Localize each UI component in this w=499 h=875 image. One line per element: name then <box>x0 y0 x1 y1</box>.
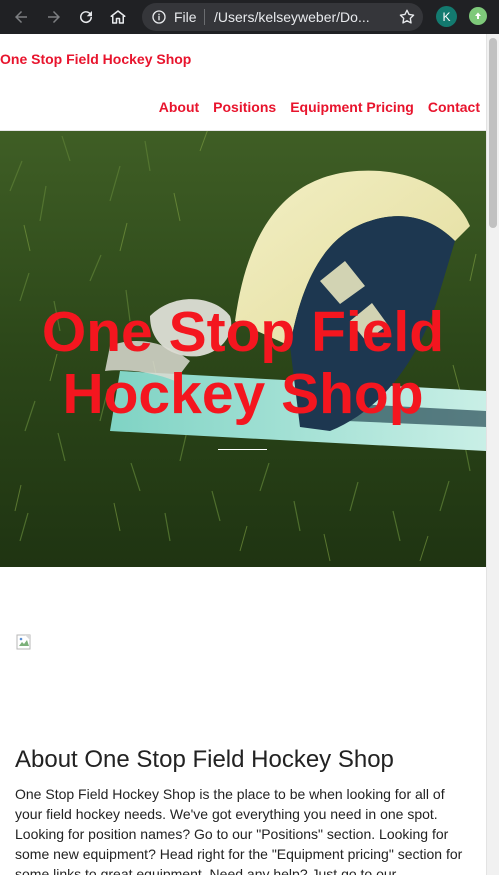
bookmark-star-icon[interactable] <box>398 8 416 26</box>
page-viewport: One Stop Field Hockey Shop About Positio… <box>0 34 486 875</box>
hero-title: One Stop Field Hockey Shop <box>41 300 445 426</box>
forward-icon[interactable] <box>43 6 65 28</box>
browser-toolbar: File /Users/kelseyweber/Do... K <box>0 0 499 34</box>
main-nav: About Positions Equipment Pricing Contac… <box>159 99 480 115</box>
nav-about-link[interactable]: About <box>159 99 199 115</box>
about-paragraph: One Stop Field Hockey Shop is the place … <box>15 786 463 875</box>
broken-image-icon <box>16 634 31 650</box>
reload-icon[interactable] <box>75 6 97 28</box>
scheme-label: File <box>174 9 197 25</box>
page-scrollbar[interactable] <box>486 34 499 875</box>
site-brand-link[interactable]: One Stop Field Hockey Shop <box>0 51 191 67</box>
hero-divider <box>218 449 267 450</box>
nav-equipment-pricing-link[interactable]: Equipment Pricing <box>290 99 414 115</box>
extension-icon[interactable] <box>469 7 487 25</box>
info-icon[interactable] <box>151 9 167 25</box>
home-icon[interactable] <box>107 6 129 28</box>
back-icon[interactable] <box>10 6 32 28</box>
scrollbar-thumb[interactable] <box>489 38 497 228</box>
nav-contact-link[interactable]: Contact <box>428 99 480 115</box>
url-text[interactable]: /Users/kelseyweber/Do... <box>214 9 389 25</box>
hero-section: One Stop Field Hockey Shop <box>0 131 486 567</box>
nav-positions-link[interactable]: Positions <box>213 99 276 115</box>
about-heading: About One Stop Field Hockey Shop <box>15 746 394 773</box>
profile-avatar[interactable]: K <box>436 6 457 27</box>
address-bar[interactable]: File /Users/kelseyweber/Do... <box>142 3 423 31</box>
omnibox-divider <box>204 9 205 25</box>
